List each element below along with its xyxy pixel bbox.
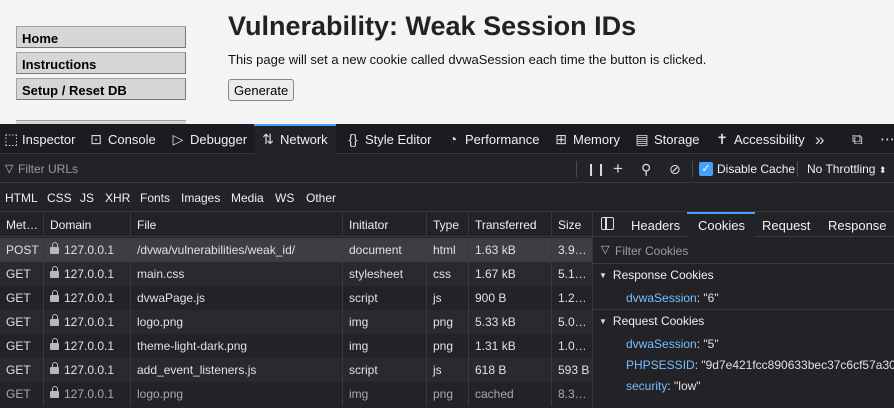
toggle-sidebar-icon[interactable] bbox=[601, 217, 614, 230]
overflow-chevron-icon[interactable]: » bbox=[815, 124, 824, 154]
column-initiator[interactable]: Initiator bbox=[343, 213, 427, 237]
column-method[interactable]: Met… bbox=[0, 213, 44, 237]
table-row[interactable]: GET 127.0.0.1 logo.png img png cached 8.… bbox=[0, 382, 592, 406]
web-page: Home Instructions Setup / Reset DB Vulne… bbox=[0, 0, 894, 124]
column-domain[interactable]: Domain bbox=[44, 213, 131, 237]
details-tabbar: Headers Cookies Request Response bbox=[593, 212, 894, 237]
column-file[interactable]: File bbox=[131, 213, 343, 237]
request-cookies-header[interactable]: ▼ Request Cookies bbox=[599, 314, 704, 328]
menu-item-setup-reset-db[interactable]: Setup / Reset DB bbox=[16, 78, 186, 100]
request-table-header: Met… Domain File Initiator Type Transfer… bbox=[0, 213, 592, 237]
search-icon[interactable]: ⚲ bbox=[641, 155, 651, 183]
cookie-entry[interactable]: dvwaSession: "6" bbox=[626, 291, 719, 305]
devtools-panel: ⬚ Inspector ⊡ Console ▷ Debugger ⇅ Network … bbox=[0, 124, 894, 408]
type-filter-media[interactable]: Media bbox=[231, 191, 264, 205]
table-row[interactable]: GET 127.0.0.1 main.css stylesheet css 1.… bbox=[0, 262, 592, 286]
column-type[interactable]: Type bbox=[427, 213, 469, 237]
filter-urls-input[interactable] bbox=[4, 159, 569, 179]
tab-response[interactable]: Response bbox=[828, 213, 887, 237]
type-filter-js[interactable]: JS bbox=[80, 191, 94, 205]
tab-console[interactable]: ⊡ Console bbox=[88, 124, 156, 154]
caret-down-icon: ▼ bbox=[599, 271, 607, 280]
tab-performance[interactable]: ◔ Performance bbox=[445, 124, 540, 154]
table-row[interactable]: GET 127.0.0.1 logo.png img png 5.33 kB 5… bbox=[0, 310, 592, 334]
column-size[interactable]: Size bbox=[552, 213, 592, 237]
clear-icon[interactable]: ⊘ bbox=[669, 155, 681, 183]
network-filter-bar: ▽ ❙❙ + ⚲ ⊘ ✓ Disable Cache No Throttling… bbox=[0, 155, 894, 183]
lock-icon bbox=[50, 362, 59, 374]
filter-cookies-input[interactable] bbox=[599, 242, 889, 260]
tab-cookies[interactable]: Cookies bbox=[687, 212, 755, 237]
table-row[interactable]: GET 127.0.0.1 theme-light-dark.png img p… bbox=[0, 334, 592, 358]
tab-style-editor[interactable]: {} Style Editor bbox=[345, 124, 431, 154]
style-editor-icon: {} bbox=[348, 131, 358, 147]
tab-inspector[interactable]: Inspector bbox=[22, 124, 75, 154]
type-filter-xhr[interactable]: XHR bbox=[105, 191, 130, 205]
tab-network[interactable]: ⇅ Network bbox=[254, 124, 336, 154]
menu-item-home[interactable]: Home bbox=[16, 26, 186, 48]
storage-icon: ▤ bbox=[635, 131, 649, 147]
cookie-entry[interactable]: security: "low" bbox=[626, 379, 701, 393]
lock-icon bbox=[50, 242, 59, 254]
pick-element-icon[interactable]: ⬚ bbox=[4, 124, 18, 154]
lock-icon bbox=[50, 290, 59, 302]
accessibility-icon: ✝ bbox=[716, 131, 728, 147]
updown-arrow-icon: ⬍ bbox=[878, 165, 887, 175]
tab-memory[interactable]: ⊞ Memory bbox=[553, 124, 620, 154]
tab-request[interactable]: Request bbox=[762, 213, 810, 237]
menu-item-instructions[interactable]: Instructions bbox=[16, 52, 186, 74]
table-row[interactable]: GET 127.0.0.1 add_event_listeners.js scr… bbox=[0, 358, 592, 382]
lock-icon bbox=[50, 386, 59, 398]
lock-icon bbox=[50, 266, 59, 278]
disable-cache-label: Disable Cache bbox=[717, 162, 796, 176]
request-details-panel: Headers Cookies Request Response ▽ ▼Resp… bbox=[592, 212, 894, 408]
cookie-entry[interactable]: dvwaSession: "5" bbox=[626, 337, 719, 351]
memory-icon: ⊞ bbox=[555, 131, 567, 147]
type-filter-ws[interactable]: WS bbox=[275, 191, 294, 205]
network-icon: ⇅ bbox=[262, 131, 274, 147]
add-request-blocking-icon[interactable]: + bbox=[613, 155, 623, 183]
toolbar-separator bbox=[692, 161, 693, 177]
request-type-filters: HTML CSS JS XHR Fonts Images Media WS Ot… bbox=[0, 184, 894, 212]
column-transferred[interactable]: Transferred bbox=[469, 213, 552, 237]
page-description: This page will set a new cookie called d… bbox=[228, 52, 707, 67]
type-filter-images[interactable]: Images bbox=[181, 191, 220, 205]
type-filter-fonts[interactable]: Fonts bbox=[140, 191, 170, 205]
toolbar-separator bbox=[576, 161, 577, 177]
tab-headers[interactable]: Headers bbox=[631, 213, 680, 237]
tab-storage[interactable]: ▤ Storage bbox=[634, 124, 699, 154]
lock-icon bbox=[50, 314, 59, 326]
response-cookies-header[interactable]: ▼ Response Cookies bbox=[599, 268, 714, 282]
divider bbox=[593, 263, 894, 264]
type-filter-html[interactable]: HTML bbox=[5, 191, 38, 205]
console-icon: ⊡ bbox=[90, 131, 102, 147]
generate-button[interactable]: Generate bbox=[228, 79, 295, 101]
throttling-select[interactable]: No Throttling ⬍ bbox=[807, 162, 886, 176]
pause-icon[interactable]: ❙❙ bbox=[586, 155, 606, 183]
lock-icon bbox=[50, 338, 59, 350]
caret-down-icon: ▼ bbox=[599, 317, 607, 326]
dock-icon[interactable]: ⧉ bbox=[852, 124, 863, 154]
devtools-tabbar: ⬚ Inspector ⊡ Console ▷ Debugger ⇅ Network … bbox=[0, 124, 894, 154]
tab-accessibility[interactable]: ✝ Accessibility bbox=[714, 124, 805, 154]
table-row[interactable]: GET 127.0.0.1 dvwaPage.js script js 900 … bbox=[0, 286, 592, 310]
type-filter-other[interactable]: Other bbox=[306, 191, 336, 205]
debugger-icon: ▷ bbox=[172, 131, 184, 147]
disable-cache-checkbox[interactable]: ✓ bbox=[699, 162, 713, 176]
toolbar-separator bbox=[797, 161, 798, 177]
tab-debugger[interactable]: ▷ Debugger bbox=[170, 124, 248, 154]
options-icon[interactable]: ⋯ bbox=[880, 124, 894, 154]
page-title: Vulnerability: Weak Session IDs bbox=[228, 11, 637, 41]
performance-icon: ◔ bbox=[448, 131, 458, 147]
divider bbox=[593, 309, 894, 310]
table-row[interactable]: POST 127.0.0.1 /dvwa/vulnerabilities/wea… bbox=[0, 238, 592, 262]
cookie-entry[interactable]: PHPSESSID: "9d7e421fcc890633bec37c6cf57a… bbox=[626, 358, 894, 372]
type-filter-css[interactable]: CSS bbox=[47, 191, 72, 205]
